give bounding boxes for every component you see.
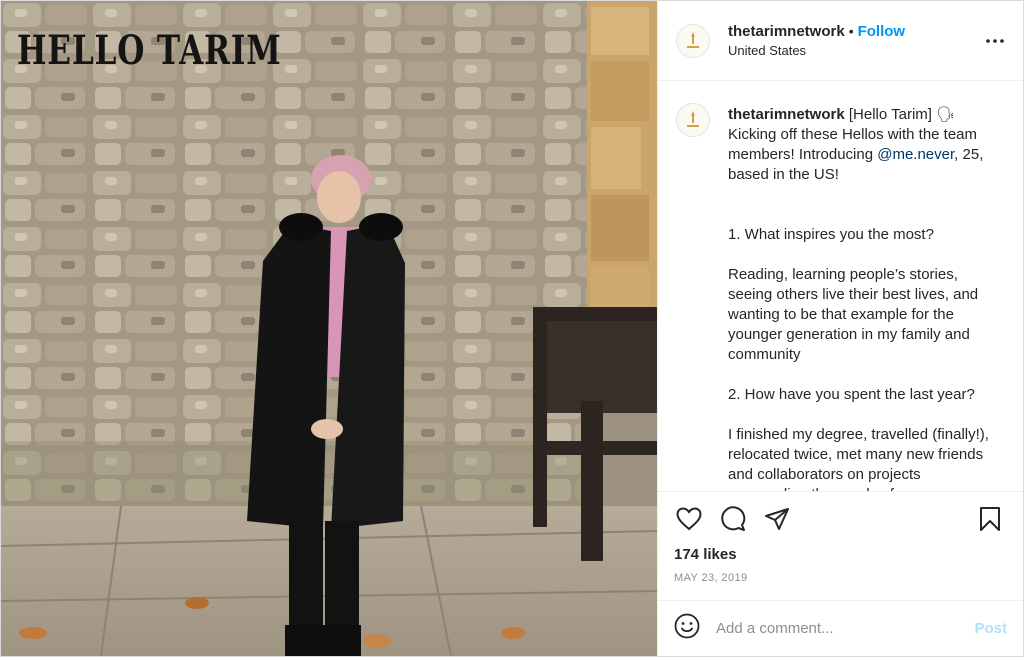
tarim-logo-icon [681,108,705,132]
caption-intro: thetarimnetwork [Hello Tarim] 🗣 Kicking … [728,105,996,185]
caption-avatar[interactable] [676,103,710,137]
caption-text: thetarimnetwork [Hello Tarim] 🗣 Kicking … [728,105,996,491]
likes-count[interactable]: 174 likes [674,546,1005,564]
like-button[interactable] [674,504,704,534]
post-comment-button[interactable]: Post [974,620,1007,637]
post-header: thetarimnetwork • Follow United States [658,1,1023,81]
comment-button[interactable] [718,504,748,534]
post-date: MAY 23, 2019 [674,572,748,584]
photo-scene [1,1,657,656]
header-username[interactable]: thetarimnetwork [728,23,845,40]
caption-answer-1: Reading, learning people’s stories, seei… [728,266,979,363]
comment-icon [721,506,746,531]
instagram-post: HELLO TARIM thetarimnetwork • Follow Unite… [0,0,1024,657]
more-horizontal-icon [986,38,1004,43]
follow-button[interactable]: Follow [858,23,906,40]
avatar[interactable] [676,23,710,58]
caption-question-1: 1. What inspires you the most? [728,226,934,243]
comment-input[interactable] [716,620,975,637]
post-header-text: thetarimnetwork • Follow United States [728,22,983,60]
post-side-panel: thetarimnetwork • Follow United States t… [657,1,1023,656]
header-separator: • [848,22,854,39]
emoji-icon [674,613,700,639]
post-photo[interactable]: HELLO TARIM [1,1,657,656]
action-icons [674,502,1005,536]
caption-question-2: 2. How have you spent the last year? [728,386,975,403]
tarim-logo-icon [681,28,705,53]
heart-icon [676,507,702,531]
bookmark-icon [980,507,1000,531]
caption-username[interactable]: thetarimnetwork [728,106,845,123]
mention-link[interactable]: @me.never [877,146,954,163]
caption-area: thetarimnetwork [Hello Tarim] 🗣 Kicking … [658,81,1023,491]
share-icon [765,508,789,530]
emoji-button[interactable] [674,613,700,644]
comment-form: Post [658,600,1023,656]
share-button[interactable] [762,504,792,534]
location-link[interactable]: United States [728,41,983,60]
photo-overlay-text: HELLO TARIM [17,27,282,74]
save-button[interactable] [975,504,1005,534]
caption-answer-2: I finished my degree, travelled (finally… [728,426,989,491]
more-options-button[interactable] [983,29,1007,53]
post-actions: 174 likes MAY 23, 2019 [658,491,1023,600]
